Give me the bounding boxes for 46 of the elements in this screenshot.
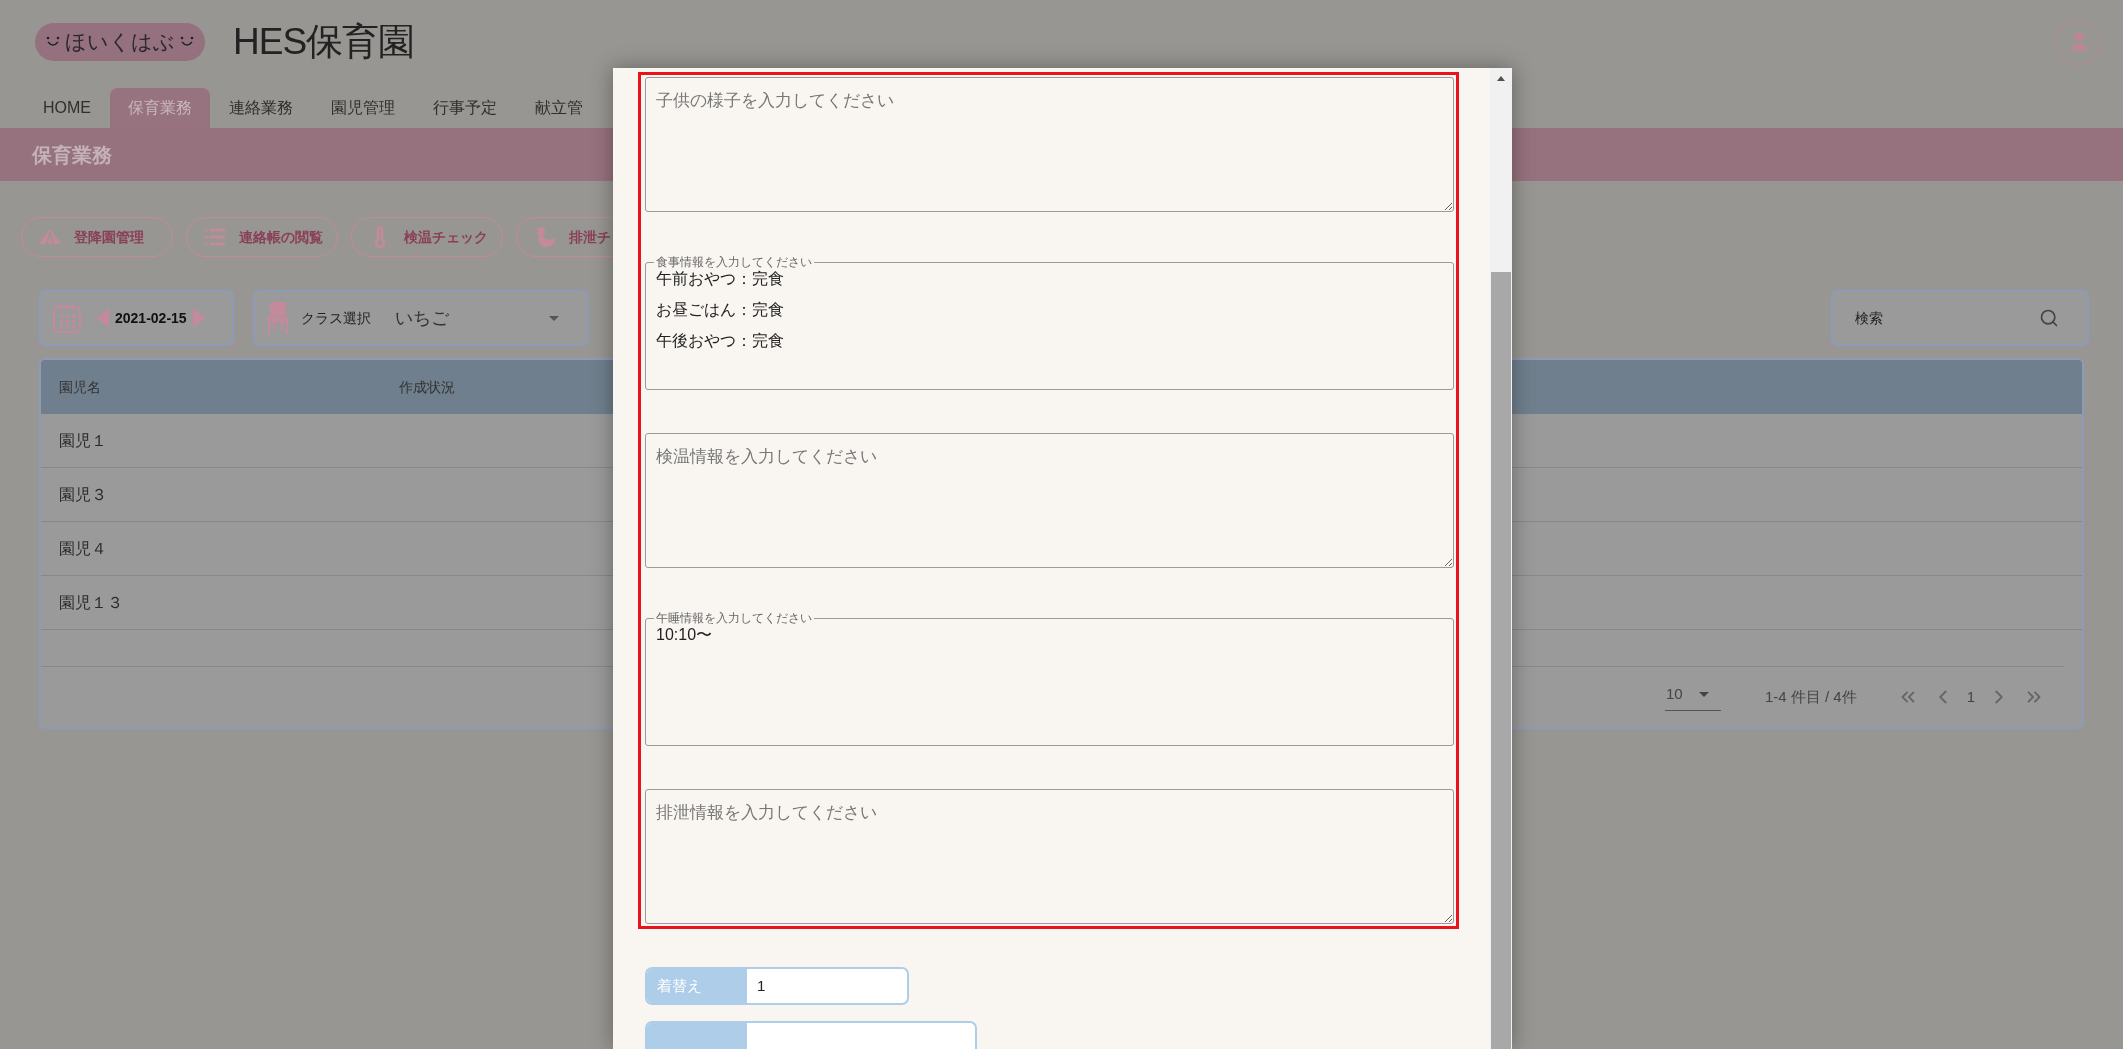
caret-icon <box>1698 692 1709 697</box>
search-box[interactable]: 検索 <box>1831 290 2089 346</box>
column-header: 園児名 <box>58 377 102 397</box>
duck-icon <box>533 225 557 249</box>
logo[interactable]: ほいくはぶ <box>35 23 205 61</box>
text-area[interactable]: 食事情報を入力してください 午前おやつ：完食 お昼ごはん：完食 午後おやつ：完食 <box>645 255 1454 390</box>
class-select-label: クラス選択 <box>301 308 371 328</box>
field-label: 着替え <box>647 969 747 1003</box>
page-heading: 保育業務 <box>32 142 112 168</box>
nav-tab[interactable]: 献立管 <box>516 88 602 128</box>
table-cell-text: 園児３ <box>58 484 107 505</box>
nav-tab[interactable]: 行事予定 <box>414 88 516 128</box>
text-area[interactable]: 子供の様子を入力してください <box>645 77 1454 212</box>
caret-icon <box>549 315 559 321</box>
smile-icon <box>179 36 195 48</box>
table-cell-text: 園児１ <box>58 430 107 451</box>
nav-tab[interactable]: 園児管理 <box>312 88 414 128</box>
form-field[interactable]: 着替え 1 <box>645 967 909 1005</box>
calendar-icon <box>53 303 81 333</box>
page-number: 1 <box>1966 686 1975 707</box>
nav-tab[interactable]: 連絡業務 <box>210 88 312 128</box>
form-field[interactable] <box>645 1021 977 1049</box>
per-page-select[interactable]: 10 <box>1664 683 1721 711</box>
field-label: 午睡情報を入力してください <box>655 611 813 625</box>
search-input[interactable]: 検索 <box>1855 307 2039 329</box>
column-header: 作成状況 <box>399 377 455 397</box>
nav-tab[interactable]: HOME <box>24 88 110 128</box>
chair-icon <box>267 302 289 334</box>
date-value: 2021-02-15 <box>115 308 187 328</box>
scrollbar[interactable] <box>1490 68 1512 1049</box>
smile-icon <box>45 36 61 48</box>
site-title: HES保育園 <box>233 20 415 65</box>
field-value: 1 <box>756 975 766 996</box>
text-area[interactable]: 排泄情報を入力してください <box>645 789 1454 924</box>
table-cell-text: 園児４ <box>58 538 107 559</box>
per-page-value: 10 <box>1665 684 1683 705</box>
tent-icon <box>38 228 62 246</box>
class-select-value: いちご <box>395 306 449 330</box>
class-select[interactable]: クラス選択 いちご <box>253 290 589 346</box>
field-label: 食事情報を入力してください <box>655 255 813 269</box>
logo-text: ほいくはぶ <box>65 29 175 56</box>
text-area[interactable]: 検温情報を入力してください <box>645 433 1454 568</box>
page-range: 1-4 件目 / 4件 <box>1764 686 1857 707</box>
table-cell-text: 園児１３ <box>58 592 123 613</box>
text-area[interactable]: 午睡情報を入力してください 10:10〜 <box>645 611 1454 746</box>
search-icon <box>2039 308 2059 328</box>
